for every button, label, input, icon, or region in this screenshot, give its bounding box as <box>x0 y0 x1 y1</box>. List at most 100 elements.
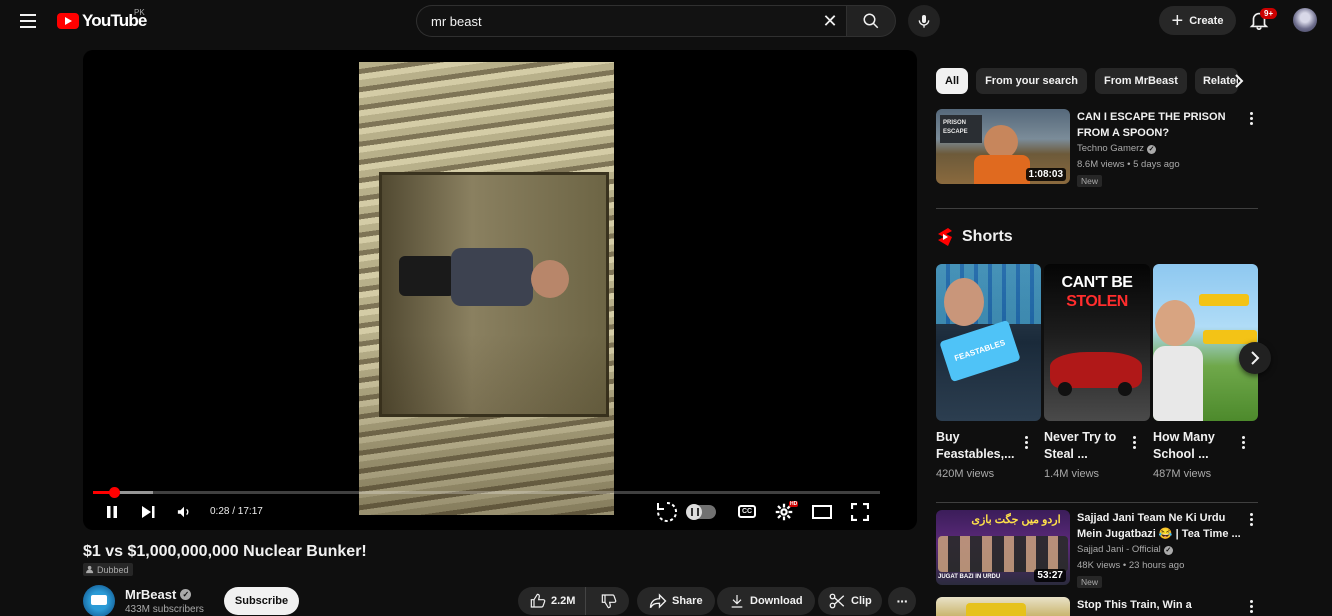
video-channel[interactable]: Sajjad Jani - Official <box>1077 542 1161 558</box>
short-views: 1.4M views <box>1044 468 1100 480</box>
video-meta: 8.6M views • 5 days ago <box>1077 159 1180 170</box>
video-channel-row[interactable]: Techno Gamerz ✓ <box>1077 141 1157 157</box>
short-thumbnail[interactable]: FEASTABLES <box>936 264 1041 421</box>
chip-from-mrbeast[interactable]: From MrBeast <box>1094 68 1187 94</box>
short-menu-button[interactable] <box>1128 433 1140 451</box>
thumbnail-caption: JUGAT BAZI IN URDU <box>938 574 1001 580</box>
subscribe-button[interactable]: Subscribe <box>224 587 299 615</box>
video-menu-button[interactable] <box>1245 510 1257 528</box>
top-bar: YouTube PK ✕ + Create 9+ <box>0 0 1332 42</box>
clip-button[interactable]: Clip <box>818 587 882 615</box>
chips-next-button[interactable] <box>1227 69 1251 93</box>
thumbs-up-icon <box>530 593 546 608</box>
video-player[interactable]: 0:28 / 17:17 CC HD <box>83 50 917 530</box>
like-button[interactable]: 2.2M <box>518 587 587 615</box>
voice-search-button[interactable] <box>908 5 940 37</box>
video-duration: 53:27 <box>1034 569 1066 582</box>
section-divider <box>936 502 1258 503</box>
verified-check-icon: ✓ <box>1163 545 1173 555</box>
dubbed-badge: Dubbed <box>83 563 133 576</box>
video-title-line-1[interactable]: CAN I ESCAPE THE PRISON <box>1077 109 1226 125</box>
video-channel-row[interactable]: Sajjad Jani - Official ✓ <box>1077 542 1173 558</box>
short-title-line-2[interactable]: Feastables,... <box>936 446 1015 463</box>
dubbed-icon <box>86 565 94 574</box>
video-menu-button[interactable] <box>1245 597 1257 615</box>
share-icon <box>649 593 667 609</box>
thumbnail-text: اردو میں جگت بازی <box>971 514 1061 526</box>
create-button[interactable]: + Create <box>1159 6 1236 35</box>
chip-from-your-search[interactable]: From your search <box>976 68 1087 94</box>
next-video-button[interactable] <box>136 500 160 524</box>
short-title-line-1[interactable]: How Many <box>1153 429 1215 446</box>
progress-scrubber-handle[interactable] <box>109 487 121 498</box>
clip-label: Clip <box>851 595 872 607</box>
download-icon <box>731 595 743 608</box>
like-count: 2.2M <box>551 595 576 607</box>
more-actions-button[interactable]: ··· <box>888 587 916 615</box>
short-title-line-2[interactable]: Steal ... <box>1044 446 1088 463</box>
short-title-line-1[interactable]: Buy <box>936 429 960 446</box>
shorts-header: Shorts <box>936 227 1013 247</box>
short-thumbnail-text: CAN'T BE <box>1061 274 1133 291</box>
progress-bar[interactable] <box>93 491 880 494</box>
channel-name-row[interactable]: MrBeast ✓ <box>125 587 192 602</box>
video-title-line-2[interactable]: FROM A SPOON? <box>1077 125 1169 141</box>
clear-search-icon[interactable]: ✕ <box>820 11 840 31</box>
share-button[interactable]: Share <box>637 587 715 615</box>
notification-count-badge: 9+ <box>1260 8 1278 19</box>
search-icon <box>863 13 879 29</box>
short-menu-button[interactable] <box>1020 433 1032 451</box>
shorts-label: Shorts <box>962 228 1013 245</box>
like-dislike-group: 2.2M <box>518 587 629 615</box>
video-thumbnail[interactable] <box>936 597 1070 616</box>
short-thumbnail[interactable]: CAN'T BE STOLEN <box>1044 264 1150 421</box>
pause-button[interactable] <box>100 500 124 524</box>
video-title: $1 vs $1,000,000,000 Nuclear Bunker! <box>83 543 367 560</box>
volume-icon <box>177 506 189 518</box>
video-title-line-2[interactable]: Mein Jugatbazi 😂 | Tea Time ... <box>1077 526 1241 542</box>
short-title-line-1[interactable]: Never Try to <box>1044 429 1116 446</box>
chip-all[interactable]: All <box>936 68 969 94</box>
channel-name[interactable]: MrBeast <box>125 587 176 602</box>
short-menu-button[interactable] <box>1237 433 1249 451</box>
autoplay-toggle[interactable] <box>686 504 716 520</box>
video-title-line-1[interactable]: Sajjad Jani Team Ne Ki Urdu <box>1077 510 1225 526</box>
short-views: 487M views <box>1153 468 1212 480</box>
dubbed-label: Dubbed <box>97 564 129 575</box>
theater-mode-button[interactable] <box>810 500 834 524</box>
short-views: 420M views <box>936 468 995 480</box>
short-thumbnail[interactable] <box>1153 264 1258 421</box>
download-button[interactable]: Download <box>717 587 815 615</box>
shorts-next-button[interactable] <box>1239 342 1271 374</box>
dislike-button[interactable] <box>591 587 627 615</box>
chevron-right-icon <box>1251 351 1260 365</box>
search-input[interactable] <box>416 5 846 37</box>
time-display: 0:28 / 17:17 <box>210 506 263 517</box>
microphone-icon <box>918 15 930 28</box>
short-title-line-2[interactable]: School ... <box>1153 446 1209 463</box>
volume-button[interactable] <box>173 500 195 524</box>
section-divider <box>936 208 1258 209</box>
hamburger-menu-icon[interactable] <box>16 10 40 32</box>
fullscreen-icon <box>851 503 869 521</box>
scissors-icon <box>829 593 845 609</box>
shorts-icon <box>938 228 952 246</box>
video-channel[interactable]: Techno Gamerz <box>1077 141 1144 157</box>
search-button[interactable] <box>846 5 896 37</box>
video-thumbnail[interactable]: اردو میں جگت بازی JUGAT BAZI IN URDU 53:… <box>936 510 1070 585</box>
video-title-line-1[interactable]: Stop This Train, Win a <box>1077 597 1192 613</box>
theater-mode-icon <box>812 505 832 519</box>
video-duration: 1:08:03 <box>1025 168 1066 181</box>
share-label: Share <box>672 595 703 607</box>
account-avatar[interactable] <box>1293 8 1317 32</box>
fullscreen-button[interactable] <box>848 500 872 524</box>
search-bar: ✕ <box>416 5 896 37</box>
youtube-play-icon <box>57 13 79 29</box>
video-thumbnail[interactable]: PRISON ESCAPE 1:08:03 <box>936 109 1070 184</box>
channel-avatar[interactable] <box>83 585 115 616</box>
subtitles-button[interactable]: CC <box>738 505 756 518</box>
video-menu-button[interactable] <box>1245 109 1257 127</box>
replay-button[interactable] <box>654 500 680 524</box>
chevron-right-icon <box>1235 74 1244 88</box>
new-badge: New <box>1077 175 1103 187</box>
